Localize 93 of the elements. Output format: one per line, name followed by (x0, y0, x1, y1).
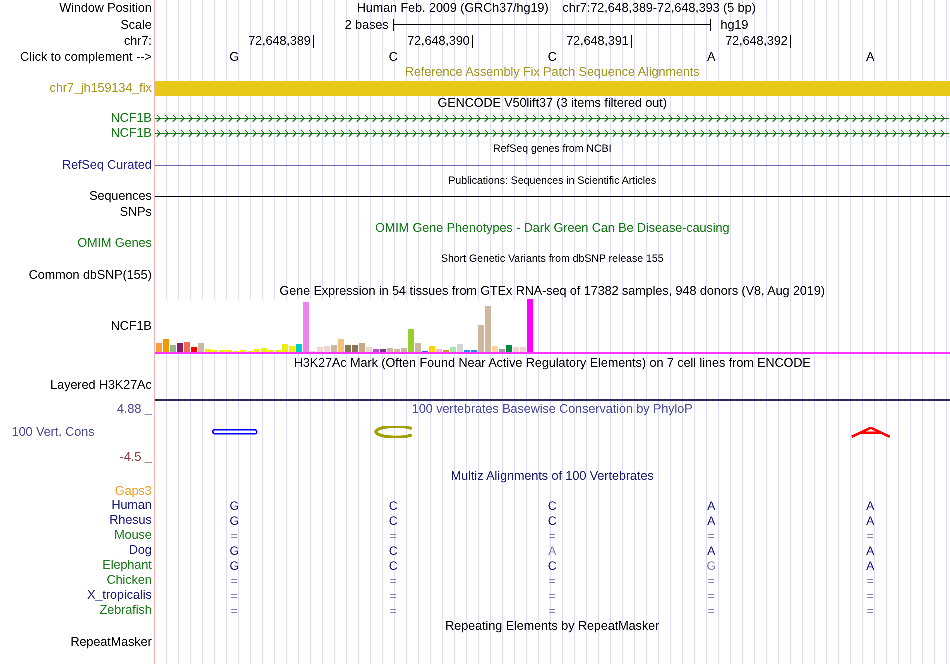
species-label: Mouse (114, 529, 152, 542)
track-label: chr7: (124, 35, 152, 48)
track-label: NCF1B (111, 127, 152, 140)
aligned-base: = (230, 574, 239, 586)
species-label: Human (112, 499, 152, 512)
track-label: Layered H3K27Ac (50, 379, 152, 392)
flattened-ring-icon (212, 429, 258, 435)
axis-min-label: -4.5 _ (120, 450, 152, 464)
track-label: Window Position (60, 2, 152, 15)
track-title: Publications: Sequences in Scientific Articles (448, 176, 656, 186)
track-label: Scale (120, 18, 152, 32)
species-label: Elephant (102, 559, 152, 572)
aligned-base: G (228, 500, 240, 512)
track-title: Short Genetic Variants from dbSNP release 155 (441, 254, 664, 264)
aligned-base: A (547, 544, 558, 556)
aligned-base: C (388, 500, 399, 512)
aligned-base: C (547, 500, 558, 512)
aligned-base: = (706, 590, 716, 602)
species-label: Zebrafish (100, 604, 152, 617)
aligned-base: = (230, 590, 239, 602)
track-label: Sequences (89, 190, 152, 203)
aligned-base: A (865, 544, 876, 556)
aligned-base: G (228, 560, 240, 572)
coordinate-tick: 72,648,390 (407, 35, 473, 48)
aligned-base: = (388, 590, 398, 602)
aligned-base: = (866, 530, 875, 542)
aligned-base: C (547, 560, 558, 572)
species-label: Rhesus (110, 514, 152, 527)
aligned-base: C (388, 544, 399, 556)
track-label: SNPs (120, 206, 152, 218)
track-label: RefSeq Curated (62, 158, 152, 172)
axis-max-label: 4.88 _ (117, 403, 152, 416)
aligned-base: = (548, 590, 557, 602)
base-letter: A (865, 51, 876, 64)
track-label: Gaps3 (115, 484, 152, 498)
aligned-base: = (866, 590, 875, 602)
base-letter: G (228, 51, 240, 64)
aligned-base: A (865, 514, 876, 526)
track-label: chr7_jh159134_fix (50, 82, 152, 94)
position-title: chr7:72,648,389-72,648,393 (5 bp) (562, 2, 756, 15)
aligned-base: A (706, 500, 716, 512)
track-label: Common dbSNP(155) (29, 268, 152, 282)
crescent-icon (374, 426, 414, 438)
coordinate-tick: 72,648,389 (248, 35, 314, 48)
track-title: RefSeq genes from NCBI (493, 144, 612, 154)
aligned-base: A (865, 560, 876, 572)
coordinate-tick: 72,648,392 (725, 35, 791, 48)
aligned-base: = (866, 604, 875, 616)
track-title: 100 vertebrates Basewise Conservation by PhyloP (412, 403, 693, 416)
aligned-base: = (866, 574, 875, 586)
aligned-base: A (706, 514, 716, 526)
track-label: 100 Vert. Cons (12, 426, 95, 438)
track-title: OMIM Gene Phenotypes - Dark Green Can Be Disease-causing (375, 222, 730, 234)
aligned-base: = (706, 604, 716, 616)
assembly-name: hg19 (720, 18, 749, 32)
aligned-base: C (547, 514, 558, 526)
aligned-base: = (548, 530, 557, 542)
aligned-base: A (706, 544, 716, 556)
aligned-base: = (388, 530, 398, 542)
track-label: NCF1B (111, 112, 152, 125)
coordinate-tick: 72,648,391 (566, 35, 632, 48)
aligned-base: G (228, 544, 240, 556)
track-title: Gene Expression in 54 tissues from GTEx RNA-seq of 17382 samples, 948 donors (V8, Aug 2019) (280, 284, 826, 298)
species-label: X_tropicalis (87, 589, 152, 602)
track-title: H3K27Ac Mark (Often Found Near Active Regulatory Elements) on 7 cell lines from ENCODE (294, 356, 811, 370)
aligned-base: = (706, 574, 716, 586)
base-letter: C (388, 51, 400, 64)
track-label: OMIM Genes (78, 237, 152, 250)
aligned-base: G (706, 560, 718, 572)
assembly-title: Human Feb. 2009 (GRCh37/hg19) (357, 2, 549, 15)
aligned-base: = (388, 574, 398, 586)
aligned-base: = (388, 604, 398, 616)
base-letter: C (546, 51, 558, 64)
aligned-base: C (388, 560, 399, 572)
scale-text: 2 bases (345, 18, 389, 32)
aligned-base: C (388, 514, 399, 526)
chevron-icon (850, 426, 890, 438)
aligned-base: = (706, 530, 716, 542)
species-label: Chicken (106, 574, 152, 587)
track-title: Repeating Elements by RepeatMasker (445, 620, 660, 632)
track-label: RepeatMasker (70, 636, 152, 648)
aligned-base: = (230, 604, 239, 616)
aligned-base: G (228, 514, 240, 526)
aligned-base: = (230, 530, 239, 542)
track-label: NCF1B (111, 320, 152, 333)
track-title: Multiz Alignments of 100 Vertebrates (451, 470, 654, 482)
aligned-base: = (548, 574, 557, 586)
aligned-base: = (548, 604, 557, 616)
aligned-base: A (865, 500, 876, 512)
species-label: Dog (129, 544, 152, 557)
track-title: Reference Assembly Fix Patch Sequence Alignments (405, 66, 700, 79)
base-letter: A (706, 51, 717, 64)
track-title: GENCODE V50lift37 (3 items filtered out) (438, 97, 668, 110)
